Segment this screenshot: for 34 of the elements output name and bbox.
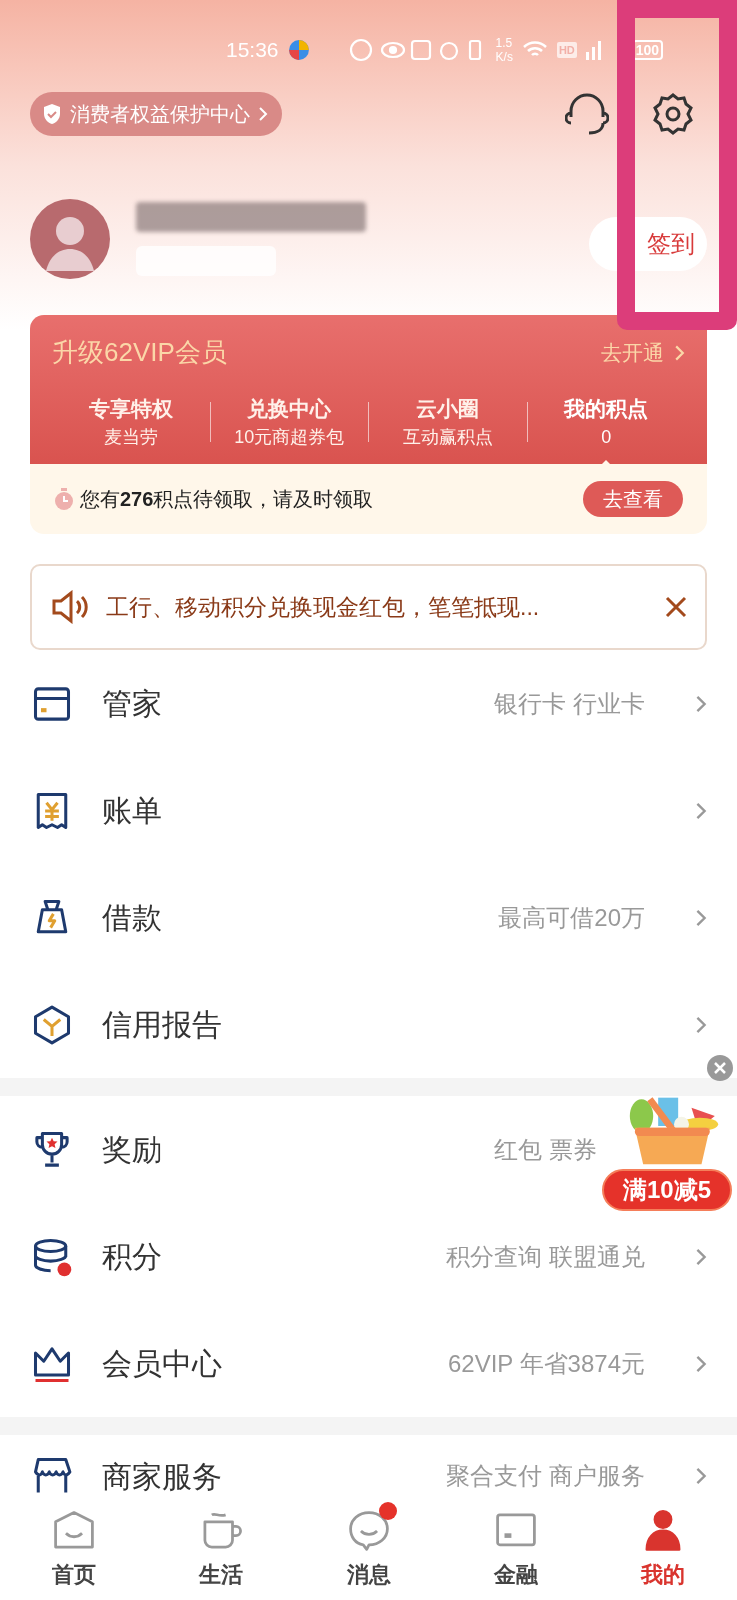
tab-bar-item[interactable]: 生活 <box>147 1500 295 1600</box>
menu-item[interactable]: 会员中心 62VIP 年省3874元 <box>0 1323 737 1404</box>
shield-icon <box>42 103 62 125</box>
tab-bar-item[interactable]: 消息 <box>294 1500 443 1600</box>
avatar-icon <box>30 199 110 279</box>
headset-icon[interactable] <box>565 91 609 137</box>
promo-close-icon[interactable] <box>707 1055 733 1081</box>
notice-text: 工行、移动积分兑换现金红包，笔笔抵现... <box>106 592 540 622</box>
menu-item[interactable]: 信用报告 <box>0 984 737 1065</box>
view-button[interactable]: 去查看 <box>583 481 683 517</box>
timer-icon <box>54 488 74 510</box>
perk-tab[interactable]: 专享特权 麦当劳 <box>52 384 210 460</box>
settings-icon[interactable] <box>651 92 695 136</box>
chevron-icon <box>674 343 685 362</box>
close-icon[interactable] <box>665 596 687 618</box>
app-icon <box>287 39 310 61</box>
tab-bar-item[interactable]: 金融 <box>442 1500 590 1600</box>
menu-item[interactable]: 商家服务 聚合支付 商户服务 <box>0 1452 737 1500</box>
signal-icon <box>585 40 601 60</box>
speed-unit: K/s <box>495 50 513 64</box>
menu-item[interactable]: 借款 最高可借20万 <box>0 877 737 958</box>
menu-item[interactable]: 管家 银行卡 行业卡 <box>0 663 737 744</box>
network-speed: 1.5 <box>495 36 513 50</box>
tab-bar-item[interactable]: 首页 <box>0 1500 148 1600</box>
menu-item[interactable]: 奖励 红包 票券 <box>0 1109 597 1190</box>
menu-item[interactable]: 积分 积分查询 联盟通兑 <box>0 1216 737 1297</box>
promo-badge[interactable]: 满10减5 <box>602 1169 732 1211</box>
menu-item[interactable]: 账单 <box>0 770 737 851</box>
chevron-icon <box>258 106 268 122</box>
tab-bar-item[interactable]: 我的 <box>589 1500 737 1600</box>
speaker-icon <box>50 590 90 624</box>
points-reminder: 您有276积点待领取，请及时领取 <box>80 487 374 512</box>
vip-title: 升级62VIP会员 <box>52 336 227 369</box>
clock-time: 15:36 <box>226 37 279 64</box>
